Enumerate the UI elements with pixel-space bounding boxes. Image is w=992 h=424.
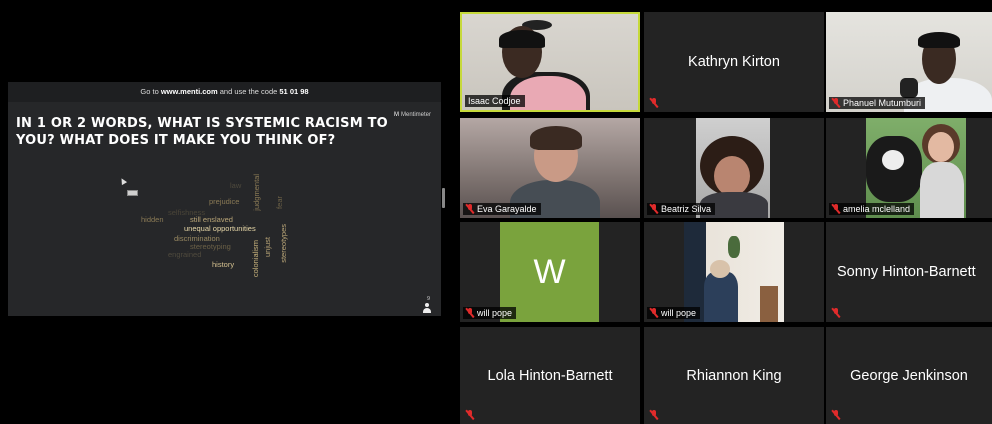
participant-tile[interactable]: George Jenkinson [826,327,992,424]
participant-tile[interactable]: Eva Garayalde [460,118,640,218]
word-cloud-word: unjust [263,237,272,258]
mic-muted-icon [465,203,475,215]
mic-muted-icon [463,409,477,421]
word-cloud-word: still enslaved [190,215,233,224]
mic-muted-icon [647,97,661,109]
word-cloud-word: prejudice [209,197,240,206]
word-cloud-word: unequal opportunities [184,224,256,233]
participant-name-label: Beatriz Silva [647,203,716,215]
participant-name: Kathryn Kirton [688,54,780,70]
participant-name-label: amelia mclelland [829,203,915,215]
participant-tile[interactable]: Rhiannon King [644,327,824,424]
participant-name-label: Phanuel Mutumburi [829,97,926,109]
word-cloud-word: judgmental [252,174,261,211]
participants-icon [422,303,432,314]
response-count: 9 [426,296,430,302]
shared-screen: Go to www.menti.com and use the code 51 … [8,82,441,316]
participant-name: Rhiannon King [686,367,782,384]
participant-tile[interactable]: Lola Hinton-Barnett [460,327,640,424]
mic-muted-icon [829,409,843,421]
mic-muted-icon [829,307,843,319]
participant-tile[interactable]: Isaac Codjoe [460,12,640,112]
word-cloud-word: engrained [168,250,202,259]
word-cloud-word: hidden [141,215,164,224]
participant-tile[interactable]: amelia mclelland [826,118,992,218]
split-view-resize-handle[interactable] [442,188,445,208]
word-cloud-word: stereotypes [279,224,288,263]
cursor-tooltip [127,190,138,196]
participant-tile[interactable]: will pope [644,222,824,322]
participant-name-label: Eva Garayalde [463,203,541,215]
participant-name-label: will pope [647,307,701,319]
word-cloud: law prejudice judgmental fear selfishnes… [8,82,441,316]
participant-tile[interactable]: W will pope [460,222,640,322]
participant-name-label: Isaac Codjoe [465,95,525,107]
participant-tile[interactable]: Phanuel Mutumburi [826,12,992,112]
participant-tile[interactable]: Sonny Hinton-Barnett [826,222,992,322]
participant-tile[interactable]: Beatriz Silva [644,118,824,218]
participant-tile[interactable]: Kathryn Kirton [644,12,824,112]
participant-name: Lola Hinton-Barnett [487,367,613,384]
mic-muted-icon [831,97,841,109]
participant-name-label: will pope [463,307,517,319]
mic-muted-icon [647,409,661,421]
mic-muted-icon [649,307,659,319]
mic-muted-icon [465,307,475,319]
participant-name: George Jenkinson [850,367,968,384]
mic-muted-icon [649,203,659,215]
word-cloud-word: history [212,260,235,269]
participant-name: Sonny Hinton-Barnett [837,264,976,280]
word-cloud-word: law [230,181,242,190]
mic-muted-icon [831,203,841,215]
word-cloud-word: fear [275,196,284,209]
word-cloud-word: colonialism [251,240,260,278]
